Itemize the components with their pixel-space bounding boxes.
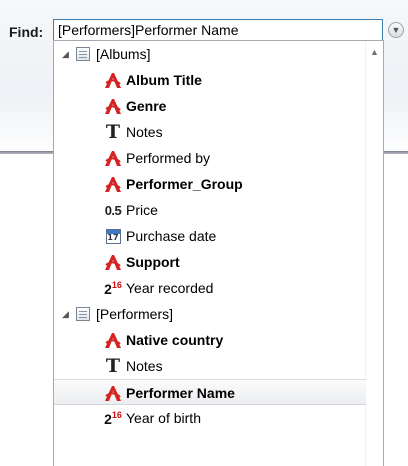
tree-field-row[interactable]: Performer Name (54, 379, 366, 405)
tree-field-label: Performer_Group (126, 176, 243, 192)
tree-field-label: Genre (126, 98, 167, 114)
tree-field-row[interactable]: Genre (54, 93, 366, 119)
tree-field-label: Album Title (126, 72, 202, 88)
tree-field-label: Support (126, 254, 180, 270)
tree-field-row[interactable]: Native country (54, 327, 366, 353)
text-field-icon (102, 96, 124, 116)
tree-field-label: Native country (126, 332, 224, 348)
text-field-icon (102, 383, 124, 403)
table-icon (76, 307, 90, 321)
text-field-icon (102, 148, 124, 168)
tree-field-row[interactable]: Performer_Group (54, 171, 366, 197)
tree-field-label: Price (126, 202, 158, 218)
tree-field-row[interactable]: Album Title (54, 67, 366, 93)
find-options-button[interactable]: ▼ (388, 22, 404, 38)
tree-field-row[interactable]: 0.5 Price (54, 197, 366, 223)
tree-field-label: Purchase date (126, 228, 217, 244)
integer-field-icon: 216 (104, 409, 122, 427)
tree-group-row[interactable]: ◢ [Albums] (54, 41, 366, 67)
tree-field-label: Notes (126, 124, 163, 140)
expand-collapse-icon[interactable]: ◢ (62, 49, 69, 60)
memo-field-icon: T (105, 121, 121, 143)
tree-field-row[interactable]: 216 Year recorded (54, 275, 366, 301)
date-field-icon: 17 (102, 226, 124, 246)
table-icon (76, 47, 90, 61)
expand-collapse-icon[interactable]: ◢ (62, 309, 69, 320)
text-field-icon (102, 252, 124, 272)
tree-field-label: Year of birth (126, 410, 201, 426)
tree-field-row[interactable]: T Notes (54, 119, 366, 145)
find-input[interactable]: [Performers]Performer Name (53, 19, 383, 41)
tree-group-row[interactable]: ◢ [Performers] (54, 301, 366, 327)
field-list-dropdown[interactable]: ▲ ◢ [Albums] Album Title Genre T Notes Perform… (53, 40, 384, 466)
text-field-icon (102, 70, 124, 90)
find-label: Find: (9, 24, 44, 40)
tree-group-label: [Albums] (96, 46, 151, 62)
scroll-up-arrow-icon[interactable]: ▲ (370, 47, 379, 57)
scrollbar[interactable]: ▲ (365, 41, 383, 466)
chevron-down-icon: ▼ (391, 25, 401, 35)
tree-field-label: Performed by (126, 150, 211, 166)
integer-field-icon: 216 (104, 279, 122, 297)
text-field-icon (102, 330, 124, 350)
memo-field-icon: T (105, 355, 121, 377)
tree-field-label: Notes (126, 358, 163, 374)
tree-field-label: Performer Name (126, 385, 235, 401)
text-field-icon (102, 174, 124, 194)
tree-field-row[interactable]: 216 Year of birth (54, 405, 366, 431)
tree-field-row[interactable]: Performed by (54, 145, 366, 171)
tree-group-label: [Performers] (96, 306, 174, 322)
real-field-icon: 0.5 (104, 202, 122, 218)
tree-field-label: Year recorded (126, 280, 214, 296)
tree-field-row[interactable]: 17 Purchase date (54, 223, 366, 249)
tree-field-row[interactable]: Support (54, 249, 366, 275)
tree-field-row[interactable]: T Notes (54, 353, 366, 379)
